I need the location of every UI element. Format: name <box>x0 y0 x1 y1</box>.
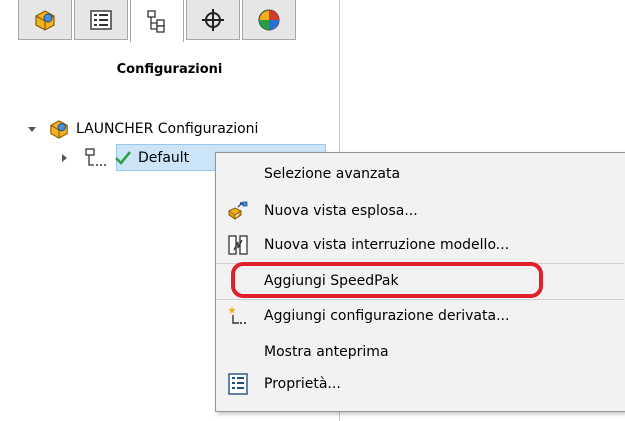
panel-title: Configurazioni <box>116 62 223 77</box>
menu-separator <box>216 263 624 264</box>
menu-item-show-preview[interactable]: Mostra anteprima <box>216 337 624 367</box>
tab-dimxpert-manager[interactable] <box>186 0 240 40</box>
tree-default-label: Default <box>138 150 190 166</box>
tab-feature-manager[interactable] <box>18 0 72 40</box>
checkmark-icon <box>115 151 132 165</box>
configuration-manager-icon <box>147 10 165 33</box>
menu-item-add-speedpak[interactable]: Aggiungi SpeedPak <box>216 266 624 296</box>
tab-property-manager[interactable] <box>74 0 128 40</box>
properties-icon <box>226 372 250 396</box>
expand-arrow-icon[interactable] <box>24 121 40 137</box>
tree-row-root[interactable]: LAUNCHER Configurazioni <box>24 117 258 141</box>
dimxpert-icon <box>202 8 224 31</box>
tab-configuration-manager[interactable] <box>130 0 184 42</box>
menu-separator <box>216 299 624 300</box>
context-menu: Selezione avanzata Nuova vista esplosa..… <box>215 152 625 412</box>
collapse-arrow-icon[interactable] <box>56 150 72 166</box>
property-manager-icon <box>90 9 112 30</box>
panel-tab-bar <box>18 0 306 42</box>
tree-row-default[interactable]: Default <box>56 146 189 170</box>
menu-item-properties[interactable]: Proprietà... <box>216 369 624 399</box>
tab-display-manager[interactable] <box>242 0 296 40</box>
exploded-view-icon <box>226 199 250 223</box>
part-icon <box>35 9 55 31</box>
menu-item-advanced-select[interactable]: Selezione avanzata <box>216 159 624 189</box>
derived-config-icon <box>226 304 250 328</box>
menu-item-new-break-view[interactable]: Nuova vista interruzione modello... <box>216 230 624 260</box>
model-break-icon <box>226 233 250 257</box>
tree-root-label: LAUNCHER Configurazioni <box>76 121 259 137</box>
display-manager-icon <box>258 9 280 30</box>
menu-item-add-derived-config[interactable]: Aggiungi configurazione derivata... <box>216 301 624 331</box>
configuration-icon <box>85 148 106 166</box>
part-icon <box>50 120 68 139</box>
menu-item-new-exploded-view[interactable]: Nuova vista esplosa... <box>216 196 624 226</box>
